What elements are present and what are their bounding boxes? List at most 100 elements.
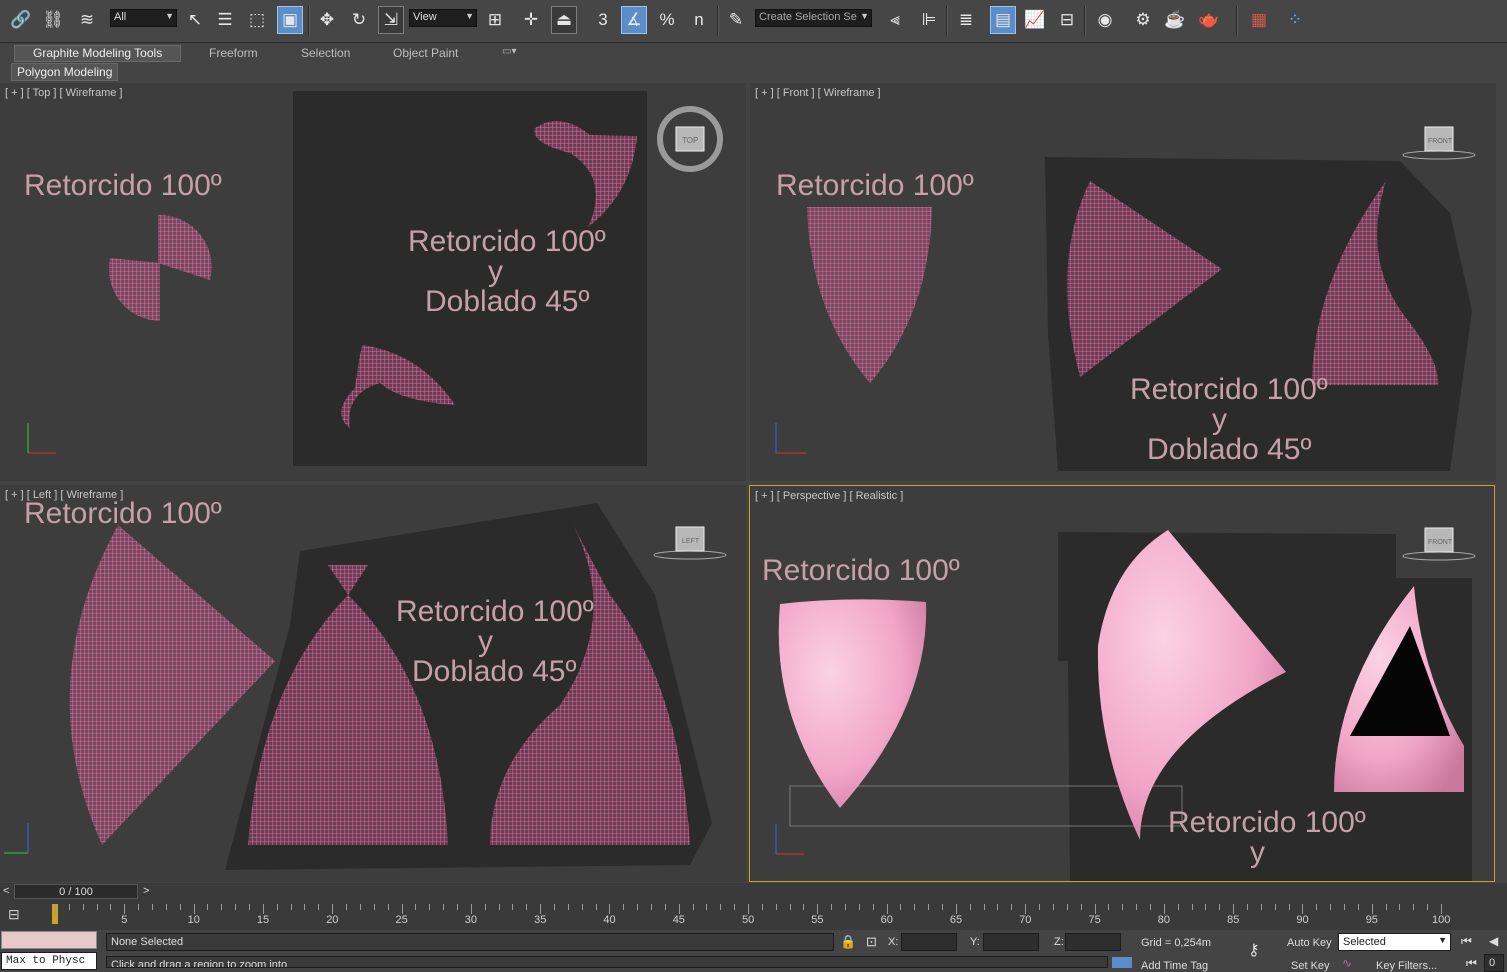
polygon-modeling-panel[interactable]: Polygon Modeling: [11, 63, 119, 81]
tab-object-paint[interactable]: Object Paint: [393, 46, 458, 63]
viewcube-label: TOP: [682, 136, 698, 145]
track-tick: [1025, 904, 1027, 914]
viewport-top[interactable]: Retorcido 100º Retorcido 100º y Doblado …: [0, 83, 746, 481]
window-crossing-toggle-icon[interactable]: ▣: [277, 6, 303, 34]
lock-icon[interactable]: 🔒: [840, 934, 856, 950]
track-tick: [152, 904, 154, 910]
spinner-snap-toggle-icon[interactable]: n: [686, 6, 712, 34]
viewport-perspective[interactable]: Retorcido 100º Retorcido 100º y FRONT [ …: [749, 485, 1495, 882]
set-key-button[interactable]: Set Key: [1291, 960, 1330, 972]
particle-view-icon[interactable]: ⁘: [1282, 6, 1308, 34]
add-time-tag[interactable]: Add Time Tag: [1141, 960, 1208, 972]
ribbon-options-icon[interactable]: ▭▾: [502, 46, 516, 63]
viewcube-label: FRONT: [1428, 138, 1453, 145]
track-tick: [803, 904, 805, 910]
schematic-view-icon[interactable]: ⊟: [1054, 6, 1080, 34]
track-tick: [470, 904, 472, 914]
toolbar-divider: [308, 6, 310, 36]
key-mode-toggle-icon[interactable]: ⏮: [1466, 956, 1477, 971]
time-tag-icon[interactable]: [1112, 957, 1132, 968]
bind-to-space-warp-icon[interactable]: ≋: [74, 6, 100, 34]
tab-selection[interactable]: Selection: [301, 46, 350, 63]
track-tick: [817, 904, 819, 914]
viewport-label[interactable]: [ + ] [ Perspective ] [ Realistic ]: [755, 490, 903, 502]
select-by-name-icon[interactable]: ☰: [212, 6, 238, 34]
viewport-label[interactable]: [ + ] [ Top ] [ Wireframe ]: [5, 87, 122, 99]
track-tick-label: 80: [1157, 914, 1171, 926]
track-tick: [1427, 904, 1429, 910]
viewport-left[interactable]: Retorcido 100º Retorcido 100º y Doblado …: [0, 485, 746, 882]
x-coord-input[interactable]: [901, 933, 957, 951]
select-and-rotate-icon[interactable]: ↻: [346, 6, 372, 34]
unlink-selection-icon[interactable]: ⛓: [40, 6, 66, 34]
previous-frame-icon[interactable]: ◀: [1489, 934, 1498, 948]
select-object-icon[interactable]: ↖: [182, 6, 208, 34]
toolbar-divider: [1084, 6, 1086, 36]
keyboard-shortcut-override-icon[interactable]: ⏏: [551, 6, 577, 34]
mirror-icon[interactable]: ⫷: [882, 6, 908, 34]
render-in-cloud-icon[interactable]: ▦: [1246, 6, 1272, 34]
viewcube-label: FRONT: [1428, 539, 1453, 546]
reference-coordinate-dropdown[interactable]: View ▼: [409, 9, 477, 27]
time-slider-prev-button[interactable]: <: [3, 885, 9, 897]
track-tick: [110, 904, 112, 910]
select-and-scale-icon[interactable]: ⇲: [378, 6, 404, 34]
angle-snap-toggle-icon[interactable]: ∡: [621, 6, 647, 34]
selection-filter-dropdown[interactable]: All ▼: [110, 9, 177, 27]
viewport-label[interactable]: [ + ] [ Front ] [ Wireframe ]: [755, 87, 881, 99]
time-slider[interactable]: < 0 / 100 >: [0, 883, 1507, 900]
layer-manager-icon[interactable]: ≣: [953, 6, 979, 34]
select-and-link-icon[interactable]: 🔗: [8, 6, 34, 34]
track-tick-label: 90: [1296, 914, 1309, 926]
tab-graphite-modeling-tools[interactable]: Graphite Modeling Tools: [14, 45, 182, 62]
time-slider-thumb[interactable]: 0 / 100: [14, 884, 138, 899]
viewport-front[interactable]: Retorcido 100º Retorcido 100º y Doblado …: [750, 83, 1496, 481]
track-tick: [567, 904, 569, 910]
maxscript-mini-listener[interactable]: Max to Physc: [1, 952, 97, 970]
track-tick: [1108, 904, 1110, 910]
scene-text-y: y: [478, 625, 493, 658]
tab-freeform[interactable]: Freeform: [209, 46, 258, 63]
edit-named-selection-icon[interactable]: ✎: [723, 6, 749, 34]
select-and-manipulate-icon[interactable]: ✛: [518, 6, 544, 34]
graphite-modeling-tools-icon[interactable]: ▤: [990, 6, 1016, 34]
track-tick-label: 50: [742, 914, 755, 926]
track-tick: [1343, 904, 1345, 910]
snaps-toggle-icon[interactable]: 3: [590, 6, 616, 34]
key-selection-dropdown[interactable]: Selected ▼: [1338, 933, 1451, 951]
track-tick: [1246, 904, 1248, 910]
time-slider-next-button[interactable]: >: [143, 885, 149, 897]
z-coord-input[interactable]: [1065, 933, 1121, 951]
track-tick: [706, 904, 708, 910]
auto-key-button[interactable]: Auto Key: [1287, 937, 1332, 949]
named-selection-set-dropdown[interactable]: Create Selection Se ▼: [755, 9, 872, 27]
percent-snap-toggle-icon[interactable]: %: [654, 6, 680, 34]
curve-editor-icon[interactable]: 📈: [1022, 6, 1048, 34]
viewcube-label: LEFT: [682, 538, 700, 545]
rectangular-selection-icon[interactable]: ⬚: [244, 6, 270, 34]
track-tick: [983, 904, 985, 910]
align-icon[interactable]: ⊫: [916, 6, 942, 34]
twisted-mesh: [807, 207, 932, 383]
maxscript-listener-input[interactable]: [1, 931, 97, 949]
open-mini-curve-editor-icon[interactable]: ⊟: [8, 906, 34, 924]
select-and-move-icon[interactable]: ✥: [314, 6, 340, 34]
material-editor-icon[interactable]: ◉: [1092, 6, 1118, 34]
go-to-start-icon[interactable]: ⏮: [1461, 934, 1472, 949]
track-bar[interactable]: ⊟ 5 10 15 20 25 30 35 40 45 50 55 60 65 70 75 80 85 90 95 1…: [0, 900, 1507, 930]
track-tick: [553, 904, 555, 910]
rendered-frame-window-icon[interactable]: ☕: [1162, 6, 1188, 34]
render-setup-icon[interactable]: ⚙: [1130, 6, 1156, 34]
track-tick: [1191, 904, 1193, 910]
absolute-mode-transform-icon[interactable]: ⊡: [866, 934, 877, 950]
pivot-center-icon[interactable]: ⊞: [482, 6, 508, 34]
track-tick: [1219, 904, 1221, 910]
set-key-icon[interactable]: ⚷: [1248, 940, 1260, 960]
render-production-icon[interactable]: 🫖: [1196, 6, 1222, 34]
current-frame-input[interactable]: 0: [1484, 954, 1504, 972]
viewport-label[interactable]: [ + ] [ Left ] [ Wireframe ]: [5, 489, 123, 501]
track-tick: [304, 904, 306, 910]
key-filters-button[interactable]: Key Filters...: [1376, 960, 1437, 972]
twisted-mesh-wedge: [108, 258, 160, 321]
y-coord-input[interactable]: [983, 933, 1039, 951]
